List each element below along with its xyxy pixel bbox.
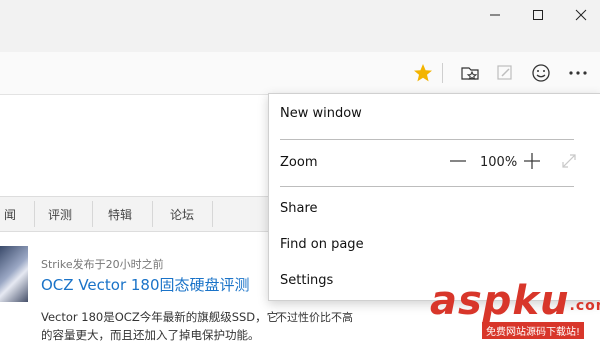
maximize-icon	[533, 10, 543, 20]
tab-strip	[0, 30, 600, 52]
maximize-button[interactable]	[523, 0, 553, 30]
minimize-icon	[490, 14, 500, 16]
feedback-button[interactable]	[530, 62, 552, 84]
watermark-logo: aspku.com 免费网站源码下载站!	[422, 278, 600, 342]
site-nav: 闻 评测 特辑 论坛	[0, 196, 270, 232]
zoom-label: Zoom	[280, 155, 318, 170]
article-excerpt: 的容量更大，而且还加入了掉电保护功能。	[41, 328, 260, 342]
fullscreen-button[interactable]	[560, 152, 578, 174]
star-icon	[414, 64, 432, 82]
menu-item-find-on-page[interactable]: Find on page	[280, 237, 364, 252]
zoom-level: 100%	[480, 155, 518, 170]
menu-item-new-window[interactable]: New window	[280, 106, 362, 121]
menu-item-settings[interactable]: Settings	[280, 273, 333, 288]
more-actions-menu: New window Zoom 100% Share Find on page …	[268, 93, 600, 301]
article-thumbnail[interactable]	[0, 246, 28, 302]
watermark-tagline: 免费网站源码下载站!	[482, 322, 585, 339]
menu-divider	[280, 186, 574, 187]
menu-item-share[interactable]: Share	[280, 201, 318, 216]
zoom-in-button[interactable]	[522, 151, 542, 175]
more-button[interactable]	[567, 62, 589, 84]
article-excerpt: Vector 180是OCZ今年最新的旗舰级SSD，它	[41, 310, 279, 324]
site-nav-item-reviews[interactable]: 评测	[48, 197, 72, 231]
hub-icon	[461, 67, 479, 81]
site-nav-item-features[interactable]: 特辑	[108, 197, 132, 231]
site-nav-item-forum[interactable]: 论坛	[170, 197, 194, 231]
window-titlebar	[0, 0, 600, 30]
favorite-button[interactable]	[412, 62, 434, 84]
hub-button[interactable]	[459, 62, 481, 84]
site-nav-item-news[interactable]: 闻	[4, 197, 16, 231]
close-icon	[575, 9, 587, 21]
zoom-out-button[interactable]	[448, 151, 468, 175]
article-meta: Strike发布于20小时之前	[41, 258, 164, 271]
minus-icon	[450, 160, 466, 162]
menu-divider	[280, 139, 574, 140]
fullscreen-icon	[562, 154, 576, 168]
article-title-link[interactable]: OCZ Vector 180固态硬盘评测	[41, 274, 250, 295]
close-button[interactable]	[566, 0, 596, 30]
smiley-icon	[532, 64, 550, 82]
nav-divider	[152, 201, 153, 227]
web-note-button[interactable]	[494, 62, 516, 84]
toolbar-divider	[442, 63, 443, 83]
minimize-button[interactable]	[480, 0, 510, 30]
plus-icon	[524, 153, 540, 169]
more-icon	[569, 71, 587, 75]
nav-divider	[92, 201, 93, 227]
nav-divider	[212, 201, 213, 227]
watermark-text: aspku.com	[430, 278, 600, 324]
web-note-icon	[497, 65, 512, 80]
nav-divider	[34, 201, 35, 227]
sidebar-text: 不过性价比不高	[276, 311, 353, 324]
